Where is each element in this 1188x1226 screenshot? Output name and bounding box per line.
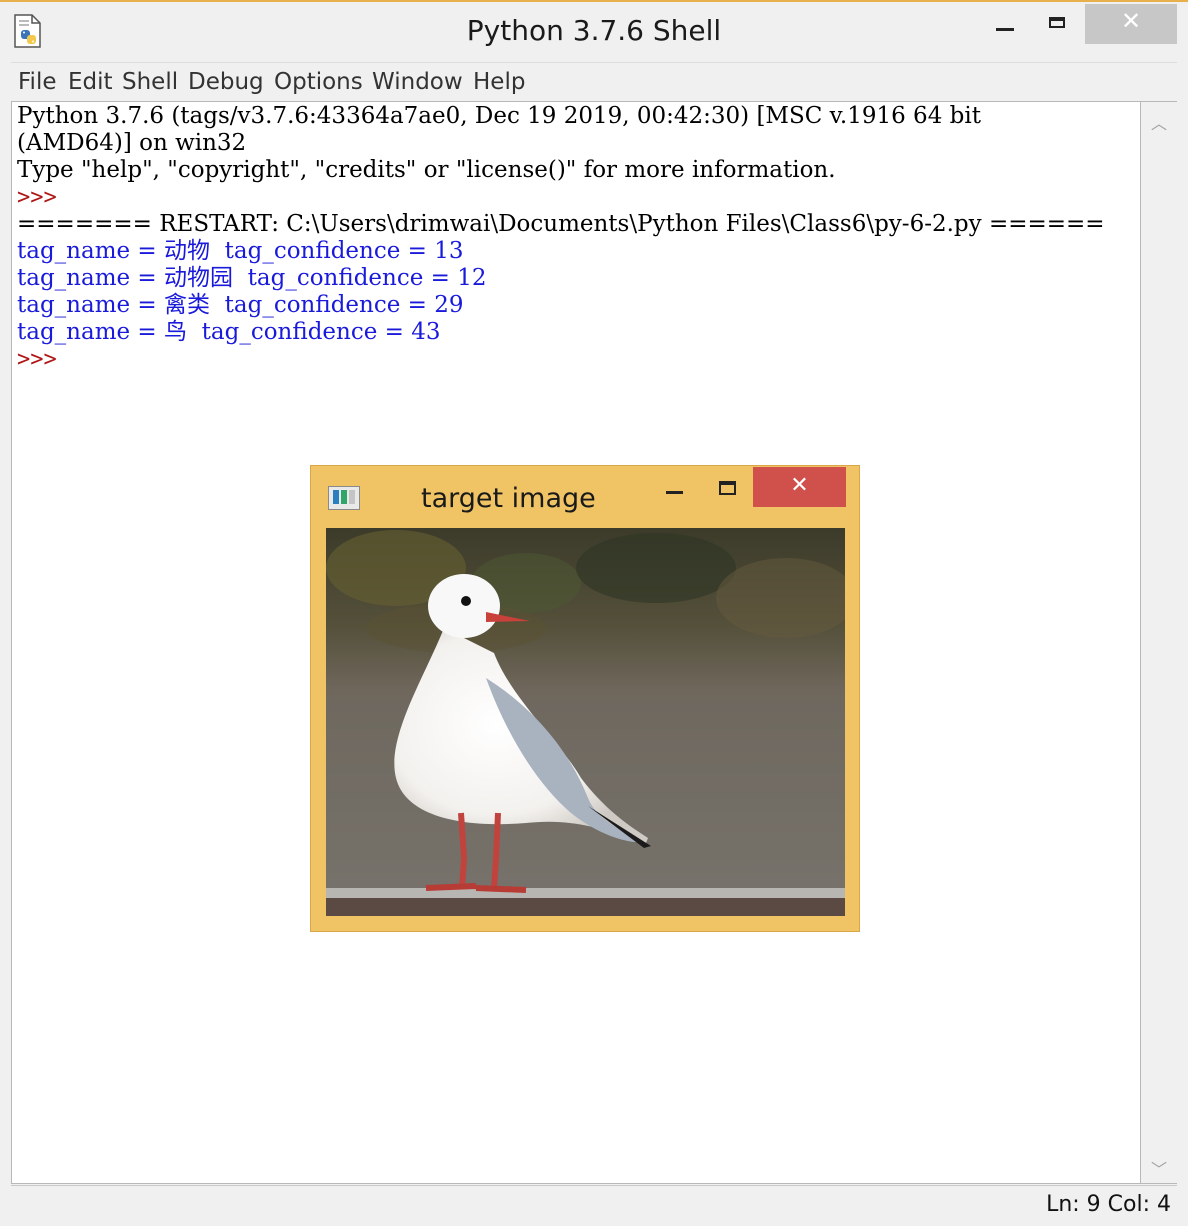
menu-shell[interactable]: Shell: [122, 69, 178, 95]
image-window-minimize-button[interactable]: [649, 467, 699, 507]
image-window-maximize-button[interactable]: [703, 467, 753, 507]
cursor-position: Ln: 9 Col: 4: [1046, 1192, 1171, 1217]
menu-bar: File Edit Shell Debug Options Window Hel…: [11, 62, 1177, 101]
menu-file[interactable]: File: [18, 69, 57, 95]
output-line: tag_name = 禽类 tag_confidence = 29: [17, 292, 464, 318]
status-bar: Ln: 9 Col: 4: [11, 1185, 1177, 1224]
menu-window[interactable]: Window: [372, 69, 463, 95]
maximize-icon: [1049, 17, 1065, 28]
shell-prompt: >>>: [17, 347, 57, 372]
output-line: tag_name = 动物园 tag_confidence = 12: [17, 265, 487, 291]
close-button[interactable]: ✕: [1085, 4, 1177, 44]
maximize-button[interactable]: [1029, 4, 1087, 44]
image-window-close-button[interactable]: ✕: [753, 467, 846, 507]
menu-edit[interactable]: Edit: [68, 69, 113, 95]
banner-line: Type "help", "copyright", "credits" or "…: [17, 157, 836, 183]
target-image-window[interactable]: target image ✕: [310, 465, 860, 932]
minimize-icon: [666, 491, 683, 494]
menu-debug[interactable]: Debug: [188, 69, 264, 95]
restart-line: ======= RESTART: C:\Users\drimwai\Docume…: [17, 211, 1105, 237]
banner-line: Python 3.7.6 (tags/v3.7.6:43364a7ae0, De…: [17, 103, 981, 129]
output-line: tag_name = 动物 tag_confidence = 13: [17, 238, 464, 264]
vertical-scrollbar[interactable]: ︿ ﹀: [1141, 101, 1177, 1184]
close-icon: ✕: [1120, 7, 1142, 35]
output-line: tag_name = 鸟 tag_confidence = 43: [17, 319, 441, 345]
scroll-down-icon[interactable]: ﹀: [1141, 1156, 1177, 1180]
scroll-up-icon[interactable]: ︿: [1141, 110, 1177, 134]
menu-options[interactable]: Options: [274, 69, 363, 95]
menu-help[interactable]: Help: [473, 69, 525, 95]
close-icon: ✕: [790, 473, 809, 498]
banner-line: (AMD64)] on win32: [17, 130, 247, 156]
shell-prompt: >>>: [17, 185, 57, 210]
image-window-title: target image: [421, 483, 596, 514]
minimize-button[interactable]: [976, 4, 1034, 44]
minimize-icon: [996, 28, 1014, 31]
tk-app-icon: [328, 486, 360, 510]
title-bar[interactable]: Python 3.7.6 Shell ✕: [0, 2, 1188, 62]
maximize-icon: [719, 481, 736, 495]
seagull-photo: [326, 528, 845, 916]
